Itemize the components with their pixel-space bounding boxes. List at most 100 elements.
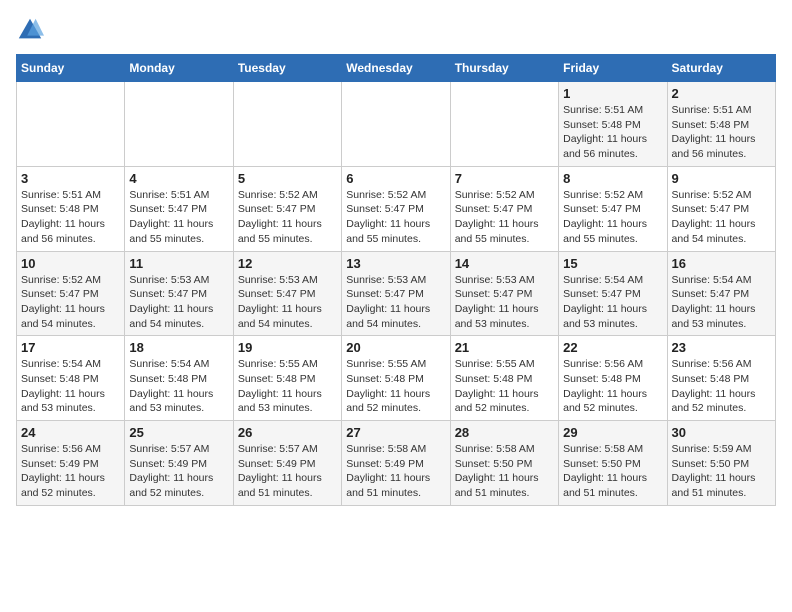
day-info: Sunrise: 5:52 AM Sunset: 5:47 PM Dayligh… (238, 188, 337, 247)
col-header-wednesday: Wednesday (342, 55, 450, 82)
calendar-table: SundayMondayTuesdayWednesdayThursdayFrid… (16, 54, 776, 506)
day-number: 13 (346, 256, 445, 271)
day-info: Sunrise: 5:55 AM Sunset: 5:48 PM Dayligh… (238, 357, 337, 416)
day-cell: 21 Sunrise: 5:55 AM Sunset: 5:48 PM Dayli… (450, 336, 558, 421)
day-number: 4 (129, 171, 228, 186)
day-cell: 12 Sunrise: 5:53 AM Sunset: 5:47 PM Dayli… (233, 251, 341, 336)
day-info: Sunrise: 5:55 AM Sunset: 5:48 PM Dayligh… (455, 357, 554, 416)
day-number: 16 (672, 256, 771, 271)
day-cell: 15 Sunrise: 5:54 AM Sunset: 5:47 PM Dayli… (559, 251, 667, 336)
day-info: Sunrise: 5:55 AM Sunset: 5:48 PM Dayligh… (346, 357, 445, 416)
day-number: 8 (563, 171, 662, 186)
day-number: 17 (21, 340, 120, 355)
day-cell: 1Sunrise: 5:51 AM Sunset: 5:48 PM Daylig… (559, 82, 667, 167)
day-cell: 14 Sunrise: 5:53 AM Sunset: 5:47 PM Dayli… (450, 251, 558, 336)
day-info: Sunrise: 5:53 AM Sunset: 5:47 PM Dayligh… (455, 273, 554, 332)
day-cell: 25 Sunrise: 5:57 AM Sunset: 5:49 PM Dayli… (125, 421, 233, 506)
day-number: 26 (238, 425, 337, 440)
day-info: Sunrise: 5:52 AM Sunset: 5:47 PM Dayligh… (346, 188, 445, 247)
day-cell: 28 Sunrise: 5:58 AM Sunset: 5:50 PM Dayli… (450, 421, 558, 506)
day-number: 27 (346, 425, 445, 440)
day-cell: 4 Sunrise: 5:51 AM Sunset: 5:47 PM Daylig… (125, 166, 233, 251)
day-cell: 6 Sunrise: 5:52 AM Sunset: 5:47 PM Daylig… (342, 166, 450, 251)
day-cell: 30 Sunrise: 5:59 AM Sunset: 5:50 PM Dayli… (667, 421, 775, 506)
col-header-sunday: Sunday (17, 55, 125, 82)
day-cell: 23 Sunrise: 5:56 AM Sunset: 5:48 PM Dayli… (667, 336, 775, 421)
day-number: 23 (672, 340, 771, 355)
day-cell: 20 Sunrise: 5:55 AM Sunset: 5:48 PM Dayli… (342, 336, 450, 421)
day-cell: 3 Sunrise: 5:51 AM Sunset: 5:48 PM Daylig… (17, 166, 125, 251)
day-cell: 13 Sunrise: 5:53 AM Sunset: 5:47 PM Dayli… (342, 251, 450, 336)
day-info: Sunrise: 5:57 AM Sunset: 5:49 PM Dayligh… (129, 442, 228, 501)
day-cell: 24 Sunrise: 5:56 AM Sunset: 5:49 PM Dayli… (17, 421, 125, 506)
day-cell: 7 Sunrise: 5:52 AM Sunset: 5:47 PM Daylig… (450, 166, 558, 251)
day-info: Sunrise: 5:53 AM Sunset: 5:47 PM Dayligh… (238, 273, 337, 332)
col-header-saturday: Saturday (667, 55, 775, 82)
day-number: 3 (21, 171, 120, 186)
col-header-monday: Monday (125, 55, 233, 82)
day-cell (233, 82, 341, 167)
day-cell: 9 Sunrise: 5:52 AM Sunset: 5:47 PM Daylig… (667, 166, 775, 251)
day-number: 29 (563, 425, 662, 440)
day-cell (125, 82, 233, 167)
day-cell (17, 82, 125, 167)
day-number: 12 (238, 256, 337, 271)
day-number: 25 (129, 425, 228, 440)
day-number: 2 (672, 86, 771, 101)
day-number: 15 (563, 256, 662, 271)
day-cell: 17 Sunrise: 5:54 AM Sunset: 5:48 PM Dayli… (17, 336, 125, 421)
day-info: Sunrise: 5:58 AM Sunset: 5:49 PM Dayligh… (346, 442, 445, 501)
col-header-friday: Friday (559, 55, 667, 82)
day-number: 11 (129, 256, 228, 271)
day-cell: 11Sunrise: 5:53 AM Sunset: 5:47 PM Dayli… (125, 251, 233, 336)
day-number: 10 (21, 256, 120, 271)
day-cell: 5Sunrise: 5:52 AM Sunset: 5:47 PM Daylig… (233, 166, 341, 251)
day-cell: 16 Sunrise: 5:54 AM Sunset: 5:47 PM Dayli… (667, 251, 775, 336)
day-cell: 19Sunrise: 5:55 AM Sunset: 5:48 PM Dayli… (233, 336, 341, 421)
col-header-thursday: Thursday (450, 55, 558, 82)
day-cell: 29 Sunrise: 5:58 AM Sunset: 5:50 PM Dayli… (559, 421, 667, 506)
day-info: Sunrise: 5:51 AM Sunset: 5:48 PM Dayligh… (21, 188, 120, 247)
day-number: 22 (563, 340, 662, 355)
day-number: 20 (346, 340, 445, 355)
day-cell: 10 Sunrise: 5:52 AM Sunset: 5:47 PM Dayli… (17, 251, 125, 336)
day-number: 28 (455, 425, 554, 440)
day-number: 9 (672, 171, 771, 186)
week-row-4: 17 Sunrise: 5:54 AM Sunset: 5:48 PM Dayli… (17, 336, 776, 421)
week-row-5: 24 Sunrise: 5:56 AM Sunset: 5:49 PM Dayli… (17, 421, 776, 506)
day-info: Sunrise: 5:56 AM Sunset: 5:49 PM Dayligh… (21, 442, 120, 501)
day-cell: 22Sunrise: 5:56 AM Sunset: 5:48 PM Dayli… (559, 336, 667, 421)
logo (16, 16, 48, 44)
day-number: 21 (455, 340, 554, 355)
day-info: Sunrise: 5:54 AM Sunset: 5:47 PM Dayligh… (672, 273, 771, 332)
day-info: Sunrise: 5:52 AM Sunset: 5:47 PM Dayligh… (563, 188, 662, 247)
day-info: Sunrise: 5:56 AM Sunset: 5:48 PM Dayligh… (672, 357, 771, 416)
day-cell (450, 82, 558, 167)
day-cell (342, 82, 450, 167)
day-info: Sunrise: 5:51 AM Sunset: 5:48 PM Dayligh… (672, 103, 771, 162)
day-number: 14 (455, 256, 554, 271)
day-info: Sunrise: 5:58 AM Sunset: 5:50 PM Dayligh… (455, 442, 554, 501)
day-cell: 26Sunrise: 5:57 AM Sunset: 5:49 PM Dayli… (233, 421, 341, 506)
day-info: Sunrise: 5:52 AM Sunset: 5:47 PM Dayligh… (455, 188, 554, 247)
day-info: Sunrise: 5:53 AM Sunset: 5:47 PM Dayligh… (346, 273, 445, 332)
day-number: 18 (129, 340, 228, 355)
week-row-3: 10 Sunrise: 5:52 AM Sunset: 5:47 PM Dayli… (17, 251, 776, 336)
week-row-2: 3 Sunrise: 5:51 AM Sunset: 5:48 PM Daylig… (17, 166, 776, 251)
calendar-header: SundayMondayTuesdayWednesdayThursdayFrid… (17, 55, 776, 82)
day-info: Sunrise: 5:52 AM Sunset: 5:47 PM Dayligh… (672, 188, 771, 247)
day-cell: 27 Sunrise: 5:58 AM Sunset: 5:49 PM Dayli… (342, 421, 450, 506)
day-info: Sunrise: 5:54 AM Sunset: 5:47 PM Dayligh… (563, 273, 662, 332)
week-row-1: 1 Sunrise: 5:51 AM Sunset: 5:48 PM Daylig… (17, 82, 776, 167)
day-info: Sunrise: 5:52 AM Sunset: 5:47 PM Dayligh… (21, 273, 120, 332)
day-number: 6 (346, 171, 445, 186)
day-info: Sunrise: 5:59 AM Sunset: 5:50 PM Dayligh… (672, 442, 771, 501)
day-cell: 8 Sunrise: 5:52 AM Sunset: 5:47 PM Daylig… (559, 166, 667, 251)
day-number: 24 (21, 425, 120, 440)
day-number: 1 (563, 86, 662, 101)
day-info: Sunrise: 5:54 AM Sunset: 5:48 PM Dayligh… (21, 357, 120, 416)
day-number: 7 (455, 171, 554, 186)
day-info: Sunrise: 5:51 AM Sunset: 5:47 PM Dayligh… (129, 188, 228, 247)
day-number: 30 (672, 425, 771, 440)
day-info: Sunrise: 5:58 AM Sunset: 5:50 PM Dayligh… (563, 442, 662, 501)
